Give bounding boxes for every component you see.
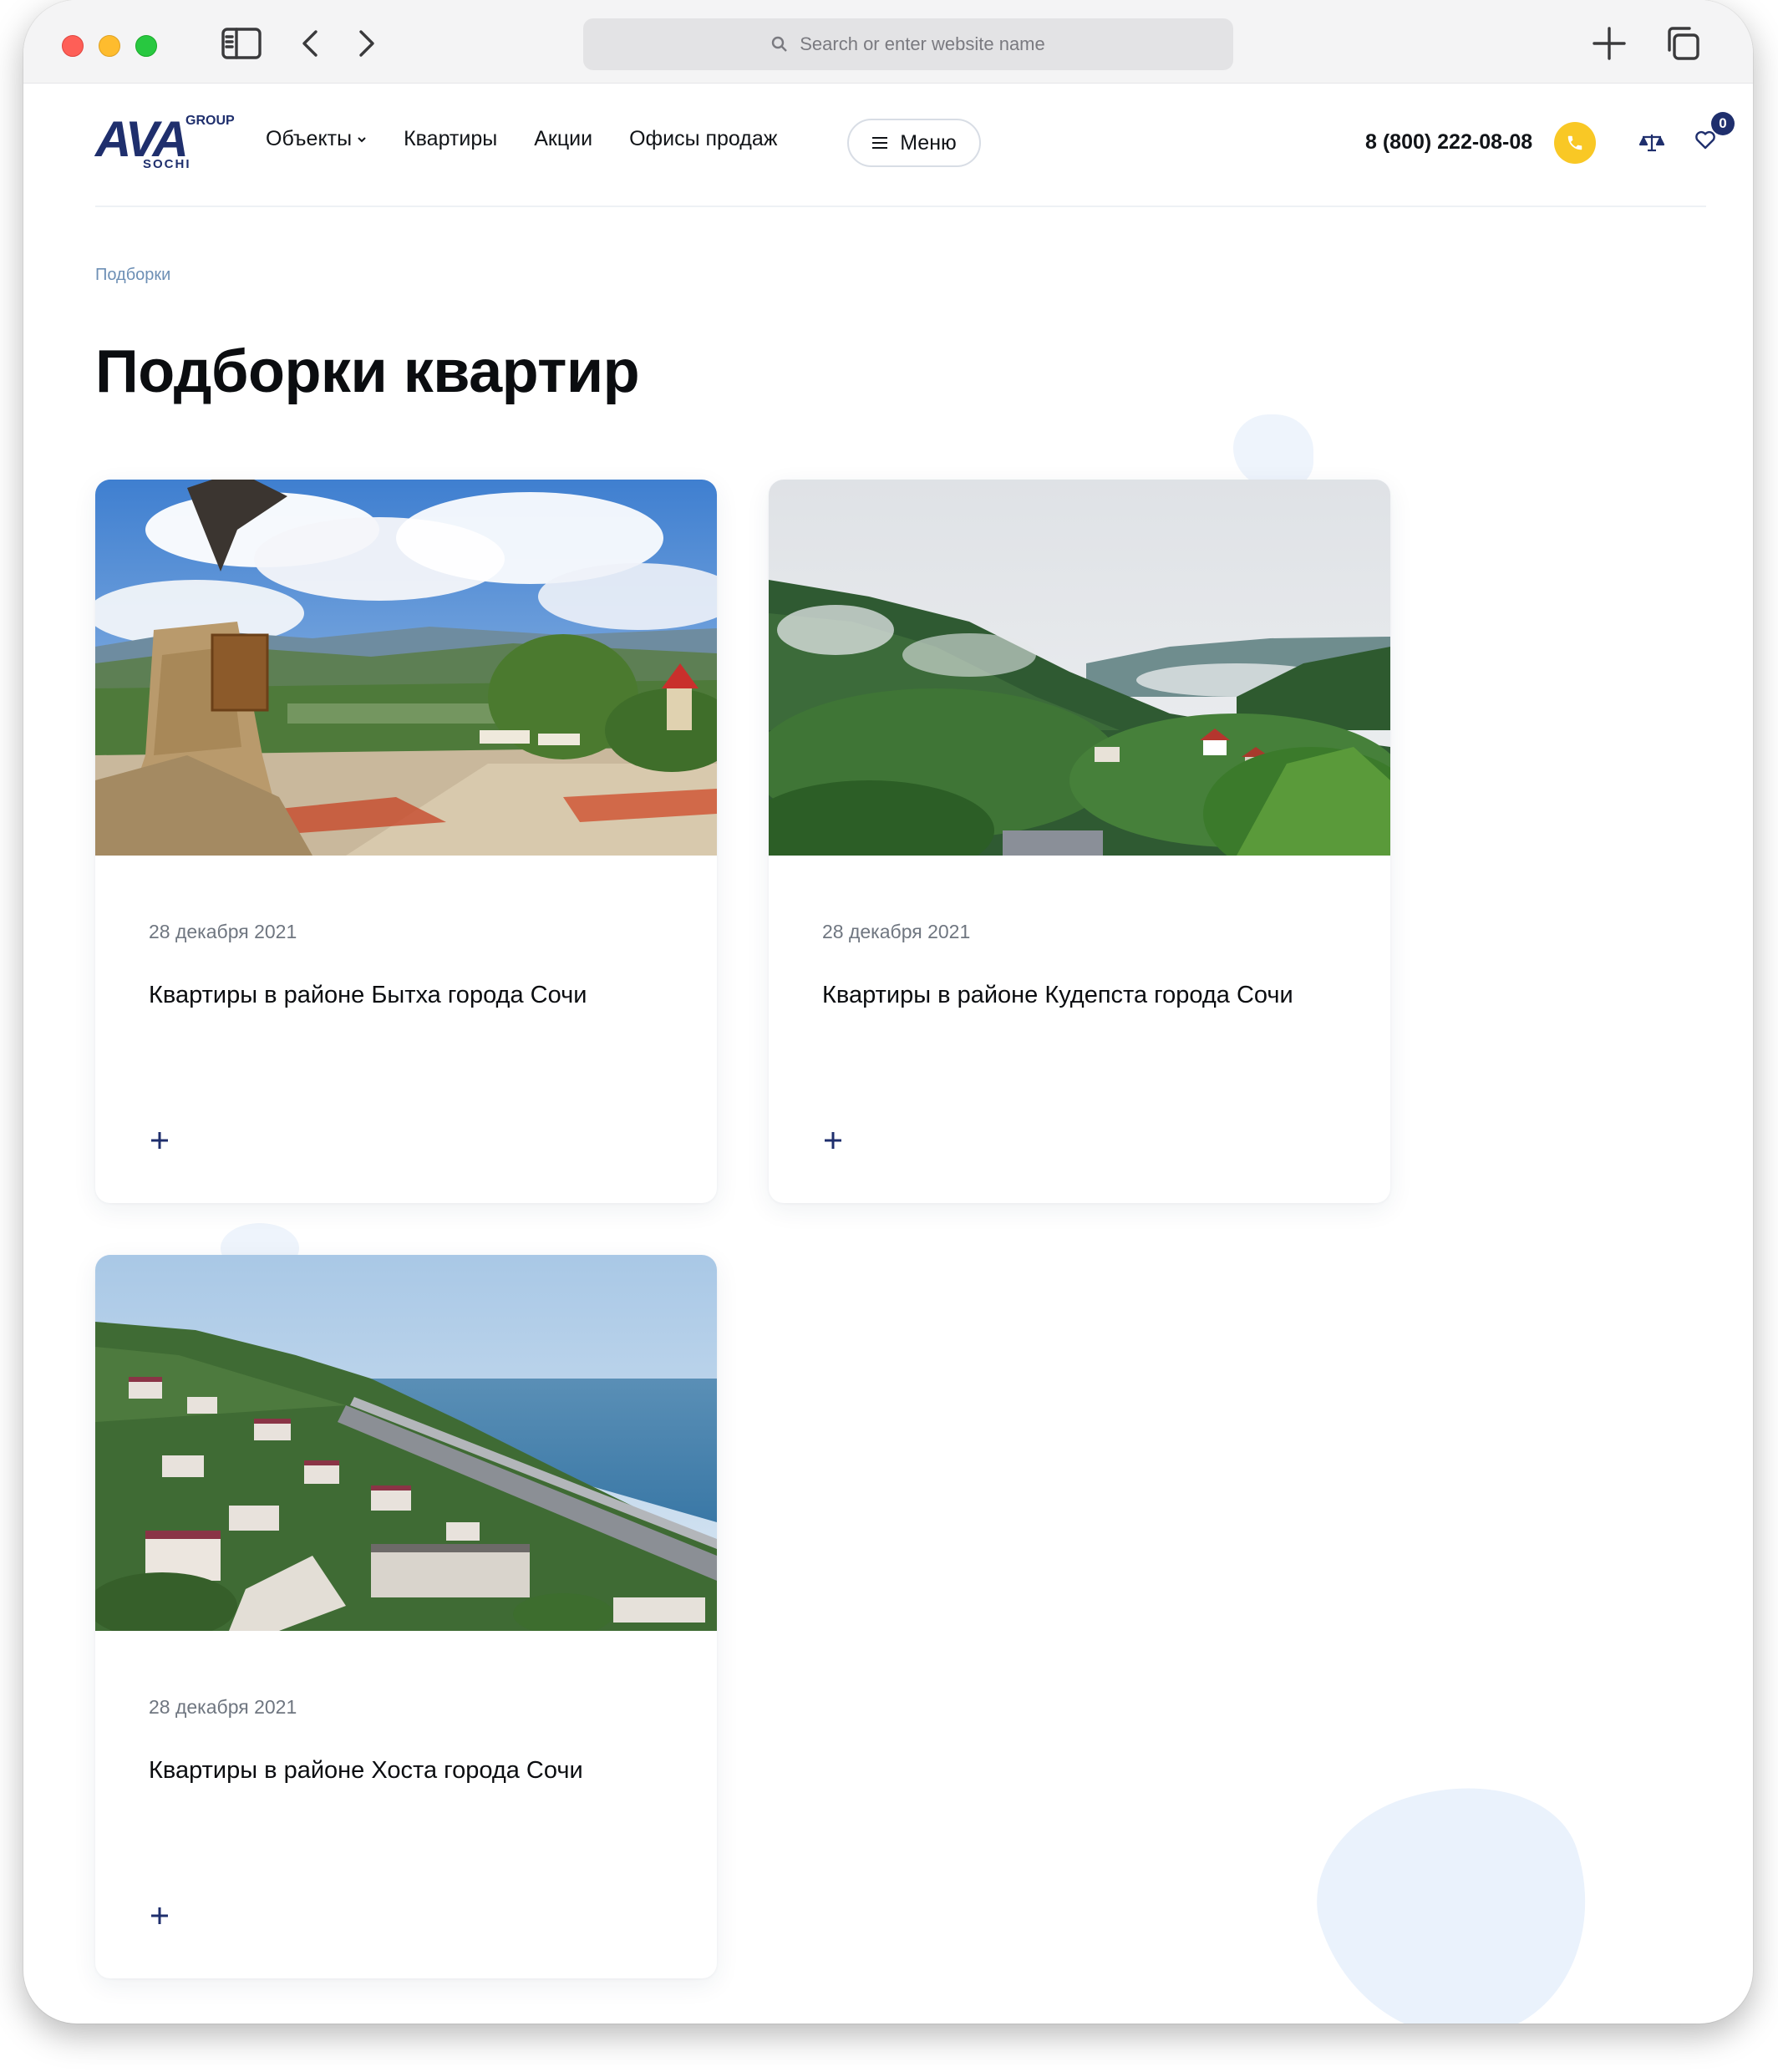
chevron-down-icon: [358, 136, 366, 142]
logo-city-label: SOCHI: [143, 157, 191, 171]
card-date: 28 декабря 2021: [149, 1696, 297, 1718]
nav-item-label: Квартиры: [404, 127, 498, 150]
collection-card-kudepsta[interactable]: 28 декабря 2021 Квартиры в районе Кудепс…: [769, 480, 1390, 1203]
site-header: AVA GROUP SOCHI Объекты Квартиры Акции О…: [95, 84, 1735, 207]
minimize-window-button[interactable]: [99, 35, 120, 57]
nav-item-sales-offices[interactable]: Офисы продаж: [629, 127, 777, 151]
breadcrumb[interactable]: Подборки: [95, 266, 170, 285]
collection-card-bytkha[interactable]: 28 декабря 2021 Квартиры в районе Бытха …: [95, 480, 717, 1203]
search-icon: [772, 36, 788, 52]
ava-logo[interactable]: AVA GROUP SOCHI: [95, 107, 237, 174]
forward-arrow-icon[interactable]: [354, 25, 378, 62]
decorative-blob: [1291, 1752, 1623, 2024]
nav-item-label: Объекты: [266, 127, 353, 150]
address-placeholder: Search or enter website name: [800, 33, 1045, 54]
page-title: Подборки квартир: [95, 338, 640, 405]
expand-plus-icon[interactable]: [147, 1128, 172, 1153]
nav-item-promotions[interactable]: Акции: [534, 127, 592, 151]
call-button[interactable]: [1554, 122, 1596, 164]
maximize-window-button[interactable]: [135, 35, 157, 57]
menu-button-label: Меню: [900, 130, 957, 155]
favorites-count-badge: 0: [1711, 112, 1735, 135]
close-window-button[interactable]: [62, 35, 84, 57]
card-image-eagle-monument: [95, 480, 717, 856]
main-nav: Объекты Квартиры Акции Офисы продаж: [266, 127, 778, 151]
favorites-heart-icon[interactable]: [1694, 130, 1716, 155]
browser-toolbar: Search or enter website name: [23, 0, 1753, 84]
card-title[interactable]: Квартиры в районе Бытха города Сочи: [149, 979, 683, 1012]
back-arrow-icon[interactable]: [299, 25, 323, 62]
address-bar[interactable]: Search or enter website name: [583, 18, 1233, 70]
logo-group-label: GROUP: [185, 114, 235, 128]
nav-item-label: Офисы продаж: [629, 127, 778, 150]
collection-card-khosta[interactable]: 28 декабря 2021 Квартиры в районе Хоста …: [95, 1255, 717, 1978]
sidebar-toggle-icon[interactable]: [221, 25, 262, 62]
menu-button[interactable]: Меню: [847, 119, 981, 167]
nav-item-objects[interactable]: Объекты: [266, 127, 367, 151]
nav-item-apartments[interactable]: Квартиры: [404, 127, 497, 151]
card-title[interactable]: Квартиры в районе Хоста города Сочи: [149, 1755, 683, 1787]
phone-icon: [1567, 135, 1582, 150]
card-image-misty-hills: [769, 480, 1390, 856]
card-title[interactable]: Квартиры в районе Кудепста города Сочи: [822, 979, 1357, 1012]
phone-number[interactable]: 8 (800) 222-08-08: [1365, 130, 1532, 155]
hamburger-icon: [872, 137, 888, 149]
card-date: 28 декабря 2021: [822, 921, 971, 942]
nav-item-label: Акции: [534, 127, 593, 150]
compare-scales-icon[interactable]: [1638, 132, 1665, 158]
expand-plus-icon[interactable]: [820, 1128, 846, 1153]
card-date: 28 декабря 2021: [149, 921, 297, 942]
decorative-blob: [1233, 414, 1313, 490]
card-image-coastal-town: [95, 1255, 717, 1631]
new-tab-plus-icon[interactable]: [1591, 25, 1628, 62]
expand-plus-icon[interactable]: [147, 1903, 172, 1928]
tab-overview-icon[interactable]: [1663, 25, 1703, 62]
browser-window: Search or enter website name AVA GROUP S…: [23, 0, 1753, 2024]
